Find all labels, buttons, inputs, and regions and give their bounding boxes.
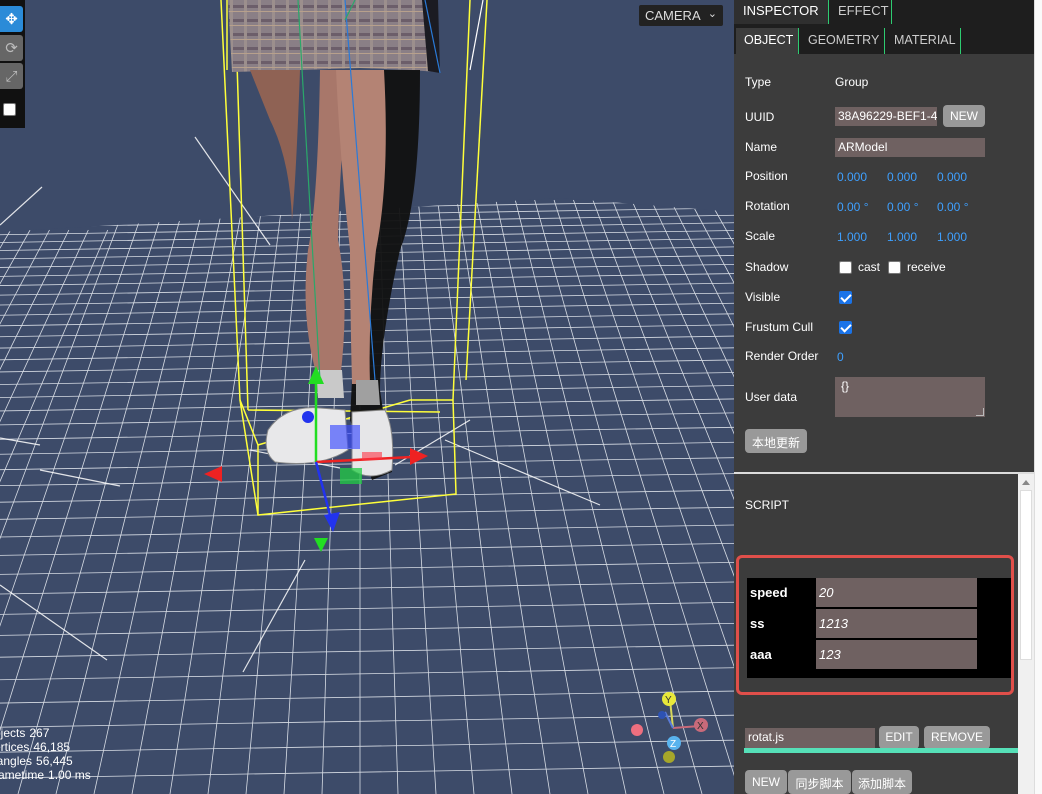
local-space-checkbox[interactable] xyxy=(3,103,16,116)
script-progress-bar xyxy=(744,748,1018,753)
window-edge xyxy=(1034,0,1042,794)
shadow-receive-checkbox[interactable] xyxy=(888,261,901,274)
script-params-table: speed 20 ss 1213 aaa 123 xyxy=(747,578,1011,678)
param-name: ss xyxy=(750,616,765,631)
param-value-input[interactable]: 1213 xyxy=(816,609,977,638)
type-value: Group xyxy=(835,75,869,89)
scrollbar-thumb[interactable] xyxy=(1020,490,1032,660)
render-order-value[interactable]: 0 xyxy=(837,350,844,364)
visible-checkbox[interactable] xyxy=(839,291,852,304)
add-script-button[interactable]: 添加脚本 xyxy=(852,770,912,794)
name-field[interactable]: ARModel xyxy=(835,138,985,157)
rotation-x[interactable]: 0.00 ° xyxy=(837,200,869,214)
3d-scene-canvas[interactable]: Y X Z xyxy=(0,0,734,794)
main-tabs: INSPECTOR EFFECT xyxy=(734,0,1034,24)
render-order-label: Render Order xyxy=(745,349,819,363)
sidebar: INSPECTOR EFFECT OBJECT GEOMETRY MATERIA… xyxy=(734,0,1034,794)
script-panel: SCRIPT speed 20 ss 1213 aaa 123 rotat.js… xyxy=(734,474,1018,794)
param-row: ss 1213 xyxy=(747,609,1011,639)
rotation-y[interactable]: 0.00 ° xyxy=(887,200,919,214)
param-value-input[interactable]: 123 xyxy=(816,640,977,669)
camera-select[interactable]: CAMERA ⌄ xyxy=(639,5,723,26)
scene-info: bjects267 ertices46,185 iangles56,445 ra… xyxy=(0,726,91,782)
shadow-cast-label: cast xyxy=(858,260,881,274)
svg-text:Y: Y xyxy=(665,695,672,706)
tab-effect[interactable]: EFFECT xyxy=(829,0,892,24)
script-new-button[interactable]: NEW xyxy=(745,770,787,794)
object-subtabs: OBJECT GEOMETRY MATERIAL xyxy=(734,24,1034,54)
param-row: aaa 123 xyxy=(747,640,1011,670)
tab-geometry[interactable]: GEOMETRY xyxy=(800,28,885,54)
resize-handle-icon[interactable] xyxy=(976,408,984,416)
position-x[interactable]: 0.000 xyxy=(837,170,867,184)
uuid-new-button[interactable]: NEW xyxy=(943,105,985,127)
param-row: speed 20 xyxy=(747,578,1011,608)
param-value-input[interactable]: 20 xyxy=(816,578,977,607)
user-data-label: User data xyxy=(745,390,798,404)
visible-label: Visible xyxy=(745,290,781,304)
user-data-value: {} xyxy=(841,379,850,393)
sync-script-button[interactable]: 同步脚本 xyxy=(788,770,851,794)
name-label: Name xyxy=(745,140,778,154)
scale-label: Scale xyxy=(745,229,776,243)
type-label: Type xyxy=(745,75,772,89)
shadow-cast-checkbox[interactable] xyxy=(839,261,852,274)
viewport[interactable]: Y X Z ✥ ⟳ ⤢ CAMERA ⌄ bjects267 ertices46… xyxy=(0,0,734,794)
script-panel-scrollbar[interactable] xyxy=(1018,474,1034,794)
camera-select-value: CAMERA xyxy=(645,8,701,23)
tab-object[interactable]: OBJECT xyxy=(736,28,799,54)
transform-toolbar: ✥ ⟳ ⤢ xyxy=(0,0,25,128)
svg-text:Z: Z xyxy=(670,739,676,750)
position-y[interactable]: 0.000 xyxy=(887,170,917,184)
rotation-z[interactable]: 0.00 ° xyxy=(937,200,969,214)
script-params-highlight: speed 20 ss 1213 aaa 123 xyxy=(736,555,1014,695)
info-vertices: ertices46,185 xyxy=(0,740,71,754)
chevron-down-icon: ⌄ xyxy=(707,8,717,20)
tab-material[interactable]: MATERIAL xyxy=(886,28,961,54)
shadow-receive-label: receive xyxy=(907,260,946,274)
svg-text:X: X xyxy=(697,721,704,732)
position-z[interactable]: 0.000 xyxy=(937,170,967,184)
object-properties-panel: Type Group UUID 38A96229-BEF1-4 NEW Name… xyxy=(734,54,1034,472)
frustum-cull-label: Frustum Cull xyxy=(745,320,814,334)
rotation-label: Rotation xyxy=(745,199,790,213)
scale-icon[interactable]: ⤢ xyxy=(0,63,23,89)
info-frametime: rametime1.00 ms xyxy=(0,768,91,782)
shadow-label: Shadow xyxy=(745,260,789,274)
script-title: SCRIPT xyxy=(745,498,790,512)
position-label: Position xyxy=(745,169,788,183)
script-file-field[interactable]: rotat.js xyxy=(745,728,875,748)
param-name: aaa xyxy=(750,647,772,662)
scroll-up-icon[interactable] xyxy=(1022,480,1030,485)
script-edit-button[interactable]: EDIT xyxy=(879,726,919,749)
uuid-label: UUID xyxy=(745,110,775,124)
local-update-button[interactable]: 本地更新 xyxy=(745,429,807,453)
frustum-cull-checkbox[interactable] xyxy=(839,321,852,334)
info-triangles: iangles56,445 xyxy=(0,754,73,768)
tab-inspector[interactable]: INSPECTOR xyxy=(734,0,829,24)
rotate-icon[interactable]: ⟳ xyxy=(0,35,23,61)
scale-x[interactable]: 1.000 xyxy=(837,230,867,244)
move-icon[interactable]: ✥ xyxy=(0,6,23,32)
scale-y[interactable]: 1.000 xyxy=(887,230,917,244)
user-data-textarea[interactable]: {} xyxy=(835,377,985,417)
info-objects: bjects267 xyxy=(0,726,50,740)
script-remove-button[interactable]: REMOVE xyxy=(924,726,990,749)
uuid-field[interactable]: 38A96229-BEF1-4 xyxy=(835,107,937,126)
param-name: speed xyxy=(750,585,788,600)
scale-z[interactable]: 1.000 xyxy=(937,230,967,244)
